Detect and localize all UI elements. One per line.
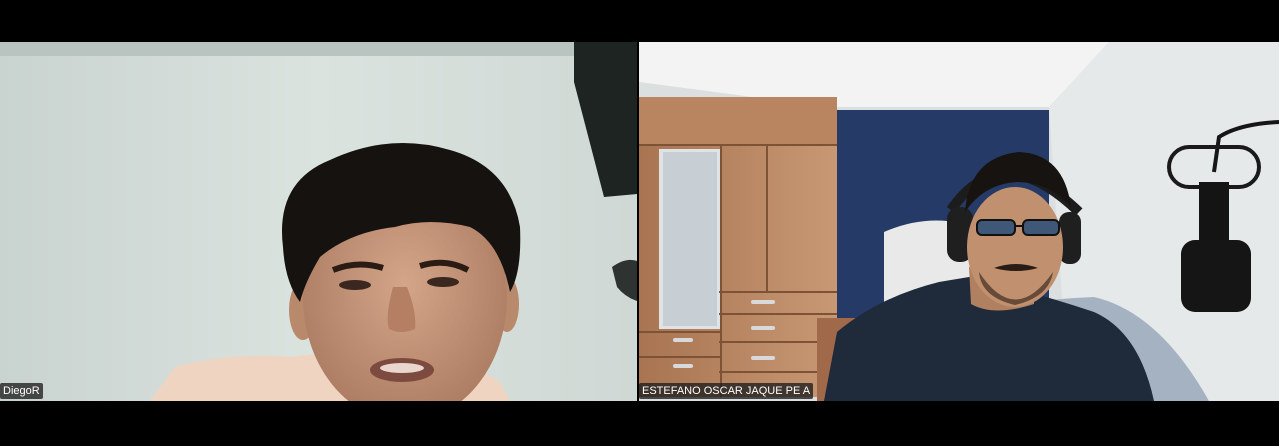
participant-video-feed [0, 42, 637, 401]
participant-tile-estefano[interactable]: ESTEFANO OSCAR JAQUE PE A [639, 42, 1279, 401]
participant-video-feed [639, 42, 1279, 401]
participant-name-label: DiegoR [0, 383, 43, 399]
participant-tile-diegor[interactable]: DiegoR [0, 42, 637, 401]
participant-name-label: ESTEFANO OSCAR JAQUE PE A [639, 383, 814, 399]
